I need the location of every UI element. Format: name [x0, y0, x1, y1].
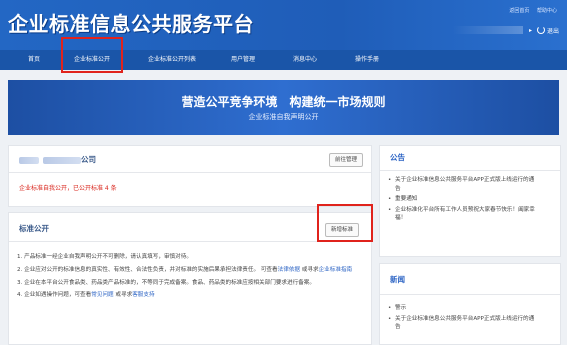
- user-bar: ▸ 退出: [452, 25, 559, 35]
- power-icon: [536, 26, 545, 34]
- banner-headline: 营造公平竞争环境 构建统一市场规则: [181, 95, 386, 109]
- rule-4-mid: 或寻求: [113, 292, 133, 299]
- company-name-suffix: 公司: [81, 155, 96, 164]
- news-title: 新闻: [390, 275, 405, 284]
- rule-4: 4. 企业如遇操作问题，可查看常见问题 或寻求客服支持: [17, 291, 377, 300]
- nav-operation-manual[interactable]: 操作手册: [342, 50, 392, 70]
- announcement-item[interactable]: 企业标准化平台所有工作人员预祝大家春节快乐！阖家幸福！: [388, 206, 538, 223]
- announcement-title: 公告: [390, 153, 405, 162]
- company-name-blur: [19, 156, 39, 164]
- rule-4-text: 4. 企业如遇操作问题，可查看: [17, 292, 92, 299]
- faq-link[interactable]: 常见问题: [91, 292, 113, 298]
- nav-message-center[interactable]: 消息中心: [280, 50, 330, 70]
- rule-2: 2. 企业应对公开的标准信息的真实性、有效性、合法性负责，并对标准的实施后果承担…: [17, 266, 377, 275]
- company-card: 公司 前往管理 企业标准自我公开，已公开标准 4 条: [8, 145, 372, 207]
- rule-1-text: 1. 产品标准一经企业自我声明公开不可删除，请认真填写，审慎对待。: [17, 254, 192, 260]
- highlight-box-add: [317, 204, 373, 242]
- announcement-list: 关于企业标准信息公共服务平台APP正式版上线运行的通告 重要通知 企业标准化平台…: [388, 176, 538, 225]
- announcement-item[interactable]: 关于企业标准信息公共服务平台APP正式版上线运行的通告: [388, 176, 538, 193]
- back-home-link[interactable]: 返回首页: [509, 8, 529, 14]
- rule-3: 3. 企业在本平台公开食品类、药品类产品标准的，不等同于完成备案。食品、药品类的…: [17, 279, 377, 288]
- standard-section-title: 标准公开: [19, 224, 49, 233]
- help-center-link[interactable]: 帮助中心: [537, 8, 557, 14]
- highlight-box-nav: [61, 37, 123, 73]
- standard-guide-link[interactable]: 企业标准指南: [319, 267, 353, 273]
- legal-basis-link[interactable]: 法律依据: [278, 267, 300, 273]
- rule-1: 1. 产品标准一经企业自我声明公开不可删除，请认真填写，审慎对待。: [17, 253, 377, 262]
- banner-subtitle: 企业标准自我声明公开: [248, 113, 319, 121]
- news-item[interactable]: 警示: [388, 304, 538, 313]
- banner: 营造公平竞争环境 构建统一市场规则 企业标准自我声明公开: [8, 80, 559, 135]
- news-list: 警示 关于企业标准信息公共服务平台APP正式版上线运行的通告: [388, 304, 538, 334]
- nav-standard-list[interactable]: 企业标准公开列表: [132, 50, 212, 70]
- status-text: 企业标准自我公开，已公开标准 4 条: [19, 185, 117, 192]
- announcement-item[interactable]: 重要通知: [388, 195, 538, 204]
- user-dropdown-icon[interactable]: ▸: [529, 27, 532, 34]
- announcement-panel: 公告 关于企业标准信息公共服务平台APP正式版上线运行的通告 重要通知 企业标准…: [379, 145, 561, 257]
- company-name-blur: [43, 156, 81, 164]
- company-name: 公司: [19, 154, 96, 165]
- rule-2-mid: 或寻求: [300, 266, 319, 273]
- logout-link[interactable]: 退出: [547, 26, 559, 35]
- divider: [380, 294, 560, 295]
- support-link[interactable]: 客服支持: [132, 292, 154, 298]
- news-panel: 新闻 警示 关于企业标准信息公共服务平台APP正式版上线运行的通告: [379, 263, 561, 345]
- rule-3-text: 3. 企业在本平台公开食品类、药品类产品标准的，不等同于完成备案。食品、药品类的…: [17, 279, 315, 286]
- divider: [9, 172, 371, 173]
- site-logo[interactable]: 企业标准信息公共服务平台: [8, 8, 254, 37]
- news-item[interactable]: 关于企业标准信息公共服务平台APP正式版上线运行的通告: [388, 315, 538, 332]
- rules-list: 1. 产品标准一经企业自我声明公开不可删除，请认真填写，审慎对待。 2. 企业应…: [17, 253, 377, 304]
- rule-2-text: 2. 企业应对公开的标准信息的真实性、有效性、合法性负责，并对标准的实施后果承担…: [17, 266, 278, 273]
- divider: [380, 170, 560, 171]
- nav-user-management[interactable]: 用户管理: [218, 50, 268, 70]
- manage-button[interactable]: 前往管理: [328, 153, 363, 167]
- username-blurred: [452, 26, 523, 34]
- nav-home[interactable]: 首页: [14, 50, 54, 70]
- top-links: 返回首页 帮助中心: [503, 7, 557, 14]
